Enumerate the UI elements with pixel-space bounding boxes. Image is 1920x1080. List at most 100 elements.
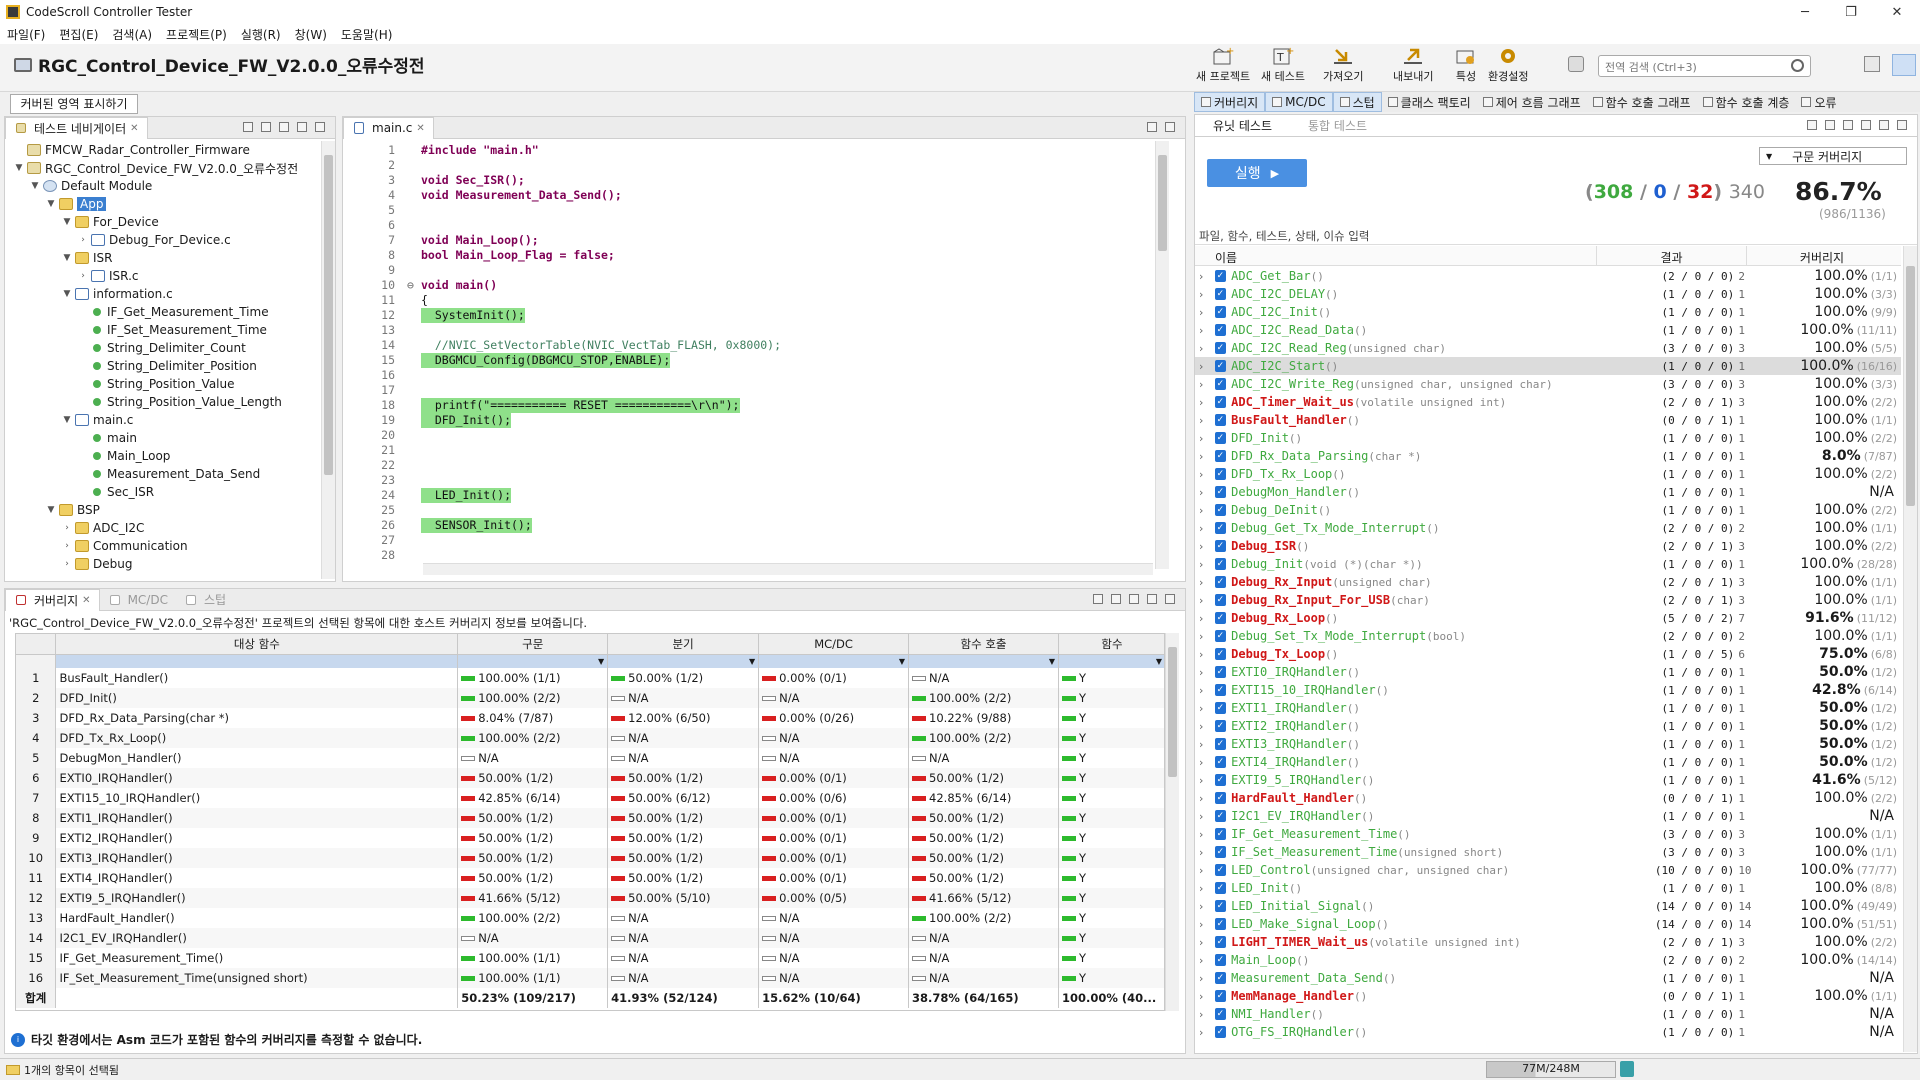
filter-statement[interactable]: ▼ [457, 654, 609, 668]
expand-toggle-icon[interactable]: › [1199, 1026, 1211, 1039]
open-perspective-icon[interactable] [1864, 56, 1880, 72]
list-item[interactable]: › ✓ ADC_I2C_Start() (1 / 0 / 0) 1 100.0% (16/1… [1195, 357, 1901, 375]
show-covered-area-button[interactable]: 커버된 영역 표시하기 [10, 94, 138, 114]
list-item[interactable]: › ✓ EXTI4_IRQHandler() (1 / 0 / 0) 1 50.0% (1/… [1195, 753, 1901, 771]
list-item[interactable]: › ✓ Debug_Tx_Loop() (1 / 0 / 5) 6 75.0% (6/8) [1195, 645, 1901, 663]
expand-toggle-icon[interactable]: › [1199, 432, 1211, 445]
tree-item[interactable]: ▼ For_Device [9, 213, 159, 231]
unit-test-scrollbar[interactable] [1903, 246, 1917, 1052]
tree-item[interactable]: String_Delimiter_Position [9, 357, 257, 375]
test-checkbox[interactable]: ✓ [1214, 270, 1227, 282]
tree-item[interactable]: ▼ RGC_Control_Device_FW_V2.0.0_오류수정전 [9, 159, 299, 177]
expand-toggle-icon[interactable]: ▼ [45, 199, 57, 209]
maximize-icon[interactable] [1897, 120, 1907, 130]
expand-toggle-icon[interactable]: › [1199, 900, 1211, 913]
close-icon[interactable]: ✕ [82, 595, 90, 606]
test-checkbox[interactable]: ✓ [1214, 666, 1227, 678]
expand-toggle-icon[interactable]: ▼ [61, 217, 73, 227]
expand-toggle-icon[interactable]: › [1199, 324, 1211, 337]
expand-all-icon[interactable] [1807, 120, 1817, 130]
minimize-icon[interactable] [1147, 594, 1157, 604]
expand-toggle-icon[interactable]: › [1199, 468, 1211, 481]
list-item[interactable]: › ✓ IF_Set_Measurement_Time(unsigned short… [1195, 843, 1901, 861]
tab-errors[interactable]: 오류 [1795, 92, 1842, 112]
test-checkbox[interactable]: ✓ [1214, 702, 1227, 714]
expand-toggle-icon[interactable]: ▼ [61, 289, 73, 299]
list-item[interactable]: › ✓ BusFault_Handler() (0 / 0 / 1) 1 100.0% (1… [1195, 411, 1901, 429]
list-item[interactable]: › ✓ OTG_FS_IRQHandler() (1 / 0 / 0) 1 N/A [1195, 1023, 1901, 1041]
editor-scroll-thumb[interactable] [1158, 155, 1167, 251]
expand-toggle-icon[interactable]: › [1199, 342, 1211, 355]
col-statement[interactable]: 구문 [457, 634, 609, 655]
export-report-icon[interactable] [1843, 120, 1853, 130]
tree-item[interactable]: › Communication [9, 537, 187, 555]
table-view-icon[interactable] [1111, 594, 1121, 604]
close-icon[interactable]: ✕ [416, 123, 424, 134]
test-checkbox[interactable]: ✓ [1214, 756, 1227, 768]
test-checkbox[interactable]: ✓ [1214, 612, 1227, 624]
maximize-icon[interactable] [1165, 594, 1175, 604]
test-filter-input[interactable]: 파일, 함수, 테스트, 상태, 이슈 입력 [1195, 225, 1917, 245]
list-item[interactable]: › ✓ DFD_Tx_Rx_Loop() (1 / 0 / 0) 1 100.0% (2/2… [1195, 465, 1901, 483]
test-checkbox[interactable]: ✓ [1214, 324, 1227, 336]
test-checkbox[interactable]: ✓ [1214, 450, 1227, 462]
col-result[interactable]: 결과 [1597, 246, 1747, 265]
test-checkbox[interactable]: ✓ [1214, 990, 1227, 1002]
list-item[interactable]: › ✓ ADC_I2C_Init() (1 / 0 / 0) 1 100.0% (9/9) [1195, 303, 1901, 321]
fold-toggle-icon[interactable]: ⊖ [407, 278, 421, 293]
list-item[interactable]: › ✓ EXTI9_5_IRQHandler() (1 / 0 / 0) 1 41.6%(… [1195, 771, 1901, 789]
test-checkbox[interactable]: ✓ [1214, 378, 1227, 390]
maximize-icon[interactable] [1165, 122, 1175, 132]
test-checkbox[interactable]: ✓ [1214, 774, 1227, 786]
expand-toggle-icon[interactable]: › [1199, 594, 1211, 607]
tree-item[interactable]: › Debug [9, 555, 132, 573]
tree-item[interactable]: ▼ BSP [9, 501, 100, 519]
test-checkbox[interactable]: ✓ [1214, 486, 1227, 498]
close-icon[interactable]: ✕ [130, 123, 138, 134]
table-row[interactable]: 15 IF_Get_Measurement_Time() 100.00% (1/1)… [16, 948, 1164, 968]
expand-toggle-icon[interactable]: ▼ [29, 181, 41, 191]
tab-test-navigator[interactable]: 테스트 네비게이터 ✕ [5, 116, 148, 139]
list-item[interactable]: › ✓ Measurement_Data_Send() (1 / 0 / 0) 1 N/A [1195, 969, 1901, 987]
tree-item[interactable]: Main_Loop [9, 447, 170, 465]
expand-toggle-icon[interactable]: › [1199, 522, 1211, 535]
col-branch[interactable]: 분기 [607, 634, 760, 655]
tree-item[interactable]: String_Delimiter_Count [9, 339, 246, 357]
expand-toggle-icon[interactable]: › [1199, 720, 1211, 733]
global-search-input[interactable]: 전역 검색 (Ctrl+3) [1598, 55, 1811, 77]
test-checkbox[interactable]: ✓ [1214, 576, 1227, 588]
expand-toggle-icon[interactable]: › [1199, 270, 1211, 283]
tab-mcdc-view[interactable]: MC/DC [1265, 92, 1333, 112]
test-checkbox[interactable]: ✓ [1214, 864, 1227, 876]
expand-toggle-icon[interactable]: › [1199, 972, 1211, 985]
table-row[interactable]: 9 EXTI2_IRQHandler() 50.00% (1/2) 50.00% (1… [16, 828, 1164, 848]
expand-toggle-icon[interactable]: ▼ [61, 415, 73, 425]
list-item[interactable]: › ✓ ADC_I2C_DELAY() (1 / 0 / 0) 1 100.0% (3/3) [1195, 285, 1901, 303]
expand-toggle-icon[interactable]: › [1199, 774, 1211, 787]
expand-toggle-icon[interactable]: › [1199, 360, 1211, 373]
coverage-scroll-thumb[interactable] [1168, 647, 1177, 777]
expand-toggle-icon[interactable]: › [1199, 810, 1211, 823]
tree-item[interactable]: ▼ App [9, 195, 107, 213]
tab-coverage-view[interactable]: 커버리지 [1194, 92, 1266, 112]
maximize-button[interactable]: ❐ [1828, 0, 1874, 24]
coverage-scrollbar[interactable] [1165, 633, 1179, 1011]
list-item[interactable]: › ✓ HardFault_Handler() (0 / 0 / 1) 1 100.0%(… [1195, 789, 1901, 807]
chart-view-icon[interactable] [1129, 594, 1139, 604]
table-row[interactable]: 5 DebugMon_Handler() N/A N/A N/A N/A Y [16, 748, 1164, 768]
tree-item[interactable]: › ADC_I2C [9, 519, 144, 537]
list-item[interactable]: › ✓ ADC_Get_Bar() (2 / 0 / 0) 2 100.0% (1/1) [1195, 267, 1901, 285]
test-checkbox[interactable]: ✓ [1214, 522, 1227, 534]
minimize-button[interactable]: ─ [1782, 0, 1828, 24]
expand-toggle-icon[interactable]: › [77, 271, 89, 281]
list-item[interactable]: › ✓ EXTI0_IRQHandler() (1 / 0 / 0) 1 50.0% (1/… [1195, 663, 1901, 681]
list-item[interactable]: › ✓ LED_Initial_Signal() (14 / 0 / 0) 14 100.… [1195, 897, 1901, 915]
test-checkbox[interactable]: ✓ [1214, 828, 1227, 840]
expand-toggle-icon[interactable]: › [1199, 612, 1211, 625]
test-checkbox[interactable]: ✓ [1214, 972, 1227, 984]
test-checkbox[interactable]: ✓ [1214, 414, 1227, 426]
table-row[interactable]: 11 EXTI4_IRQHandler() 50.00% (1/2) 50.00% (… [16, 868, 1164, 888]
code-editor[interactable]: 1 #include "main.h" 2 3 void Sec_ISR(); 4 void… [343, 143, 1151, 573]
list-item[interactable]: › ✓ EXTI2_IRQHandler() (1 / 0 / 0) 1 50.0% (1/… [1195, 717, 1901, 735]
col-name[interactable]: 이름 [1195, 246, 1597, 265]
